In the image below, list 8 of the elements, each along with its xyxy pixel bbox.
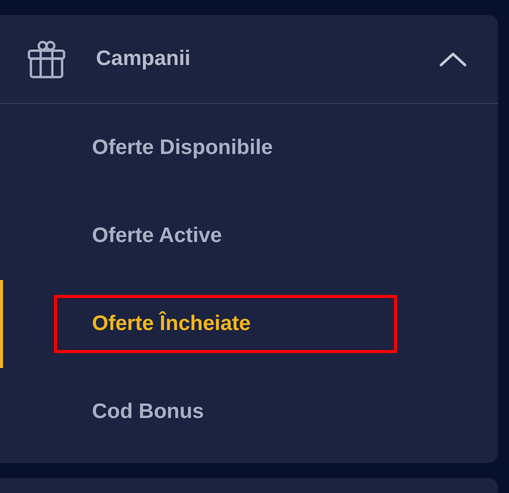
chevron-up-icon[interactable]	[439, 51, 467, 67]
menu-header[interactable]: Campanii	[0, 15, 498, 104]
menu-item[interactable]: Oferte Disponibile	[0, 104, 498, 192]
menu-item[interactable]: Cod Bonus	[0, 368, 498, 456]
menu-item[interactable]: Oferte Active	[0, 192, 498, 280]
menu-title: Campanii	[96, 47, 192, 71]
gift-icon	[27, 40, 66, 78]
menu-item[interactable]: Oferte Încheiate	[0, 280, 498, 368]
